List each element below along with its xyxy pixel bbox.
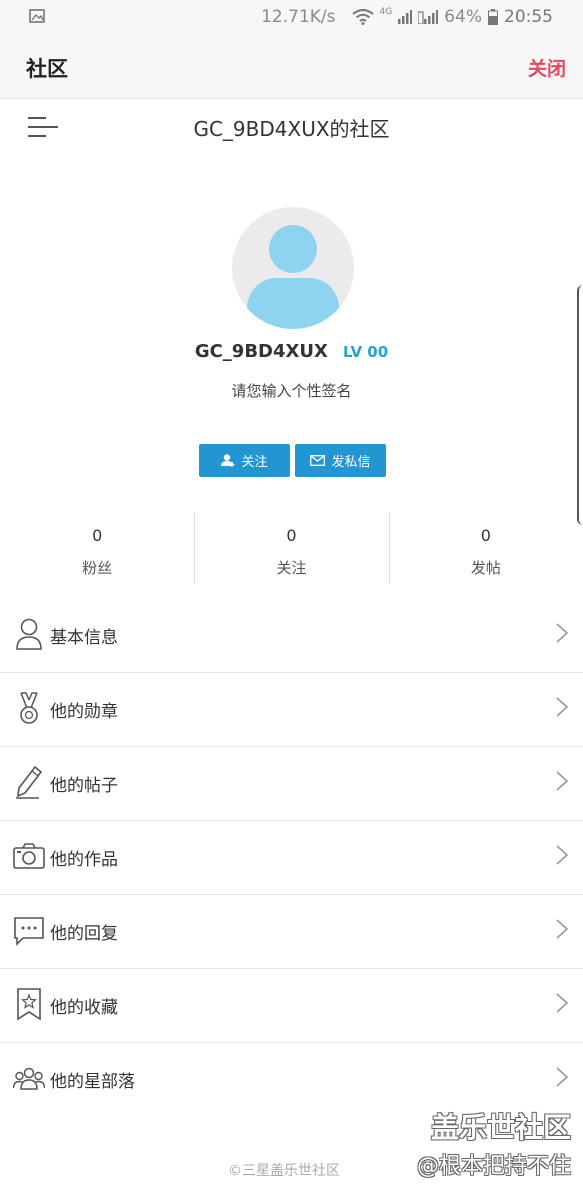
stat-label: 发帖 <box>470 559 501 577</box>
username-row: GC_9BD4XUX LV 00 <box>0 341 583 362</box>
menu-item-label: 他的作品 <box>50 850 118 870</box>
wifi-icon <box>351 9 374 25</box>
stat-fans[interactable]: 0 粉丝 <box>0 510 194 586</box>
watermark-user: @根本把持不住 <box>416 1154 571 1179</box>
medal-icon <box>20 692 38 724</box>
follow-label: 关注 <box>241 455 268 470</box>
stat-following[interactable]: 0 关注 <box>194 510 388 586</box>
private-message-button[interactable]: 发私信 <box>295 444 386 477</box>
battery-percent: 64% <box>444 7 482 27</box>
stat-posts[interactable]: 0 发帖 <box>388 510 583 586</box>
chevron-right-icon <box>556 919 569 939</box>
network-type: 4G <box>379 7 393 17</box>
close-button[interactable]: 关闭 <box>528 54 566 81</box>
clock: 20:55 <box>504 7 553 27</box>
menu-item-label: 他的星部落 <box>50 1072 135 1092</box>
level-badge: LV 00 <box>342 343 389 361</box>
menu-item-basic-info[interactable]: 基本信息 <box>0 599 583 673</box>
username: GC_9BD4XUX <box>194 341 328 362</box>
user-icon <box>16 618 42 650</box>
scroll-edge-indicator <box>577 285 583 525</box>
stat-label: 粉丝 <box>82 559 113 577</box>
app-header: 社区 关闭 <box>0 36 583 99</box>
page-title: 社区 <box>26 57 68 81</box>
stat-value: 0 <box>286 526 297 545</box>
menu-item-label: 他的收藏 <box>50 998 118 1018</box>
network-speed: 12.71K/s <box>261 7 336 27</box>
follow-button[interactable]: 关注 <box>199 444 290 477</box>
copyright-footer: ©三星盖乐世社区 <box>228 1163 340 1179</box>
menu-item-replies[interactable]: 他的回复 <box>0 895 583 969</box>
signature[interactable]: 请您输入个性签名 <box>0 380 583 401</box>
menu-item-label: 他的回复 <box>50 924 118 944</box>
stat-label: 关注 <box>276 559 307 577</box>
stats-bar: 0 粉丝 0 关注 0 发帖 <box>0 510 583 586</box>
message-label: 发私信 <box>331 455 371 470</box>
stat-value: 0 <box>480 526 491 545</box>
menu-item-label: 基本信息 <box>50 628 118 648</box>
chevron-right-icon <box>556 697 569 717</box>
community-title: GC_9BD4XUX的社区 <box>193 117 390 141</box>
chevron-right-icon <box>556 623 569 643</box>
camera-icon <box>13 843 45 869</box>
avatar-person-icon <box>247 225 339 329</box>
battery-icon <box>488 9 498 25</box>
chevron-right-icon <box>556 993 569 1013</box>
avatar[interactable] <box>232 207 354 329</box>
menu-item-favorites[interactable]: 他的收藏 <box>0 969 583 1043</box>
mail-icon <box>310 455 326 466</box>
menu-item-posts[interactable]: 他的帖子 <box>0 747 583 821</box>
chevron-right-icon <box>556 845 569 865</box>
bookmark-star-icon <box>17 988 41 1021</box>
menu-item-label: 他的帖子 <box>50 776 118 796</box>
signal-icon <box>398 10 413 24</box>
group-icon <box>13 1067 45 1090</box>
chevron-right-icon <box>556 771 569 791</box>
profile-menu-list: 基本信息 他的勋章 他的帖子 他的作品 他的回复 他的收藏 他的星部落 <box>0 599 583 1116</box>
add-user-icon <box>221 454 235 467</box>
comment-icon <box>14 917 44 946</box>
signal-icon-2 <box>418 10 439 24</box>
menu-item-label: 他的勋章 <box>50 702 118 722</box>
chevron-right-icon <box>556 1067 569 1087</box>
pencil-icon <box>16 765 43 799</box>
stat-value: 0 <box>92 526 103 545</box>
menu-item-works[interactable]: 他的作品 <box>0 821 583 895</box>
watermark-title: 盖乐世社区 <box>430 1111 571 1144</box>
menu-item-medals[interactable]: 他的勋章 <box>0 673 583 747</box>
image-notification-icon <box>29 9 45 23</box>
status-bar: 12.71K/s 4G 64% 20:55 <box>0 0 583 36</box>
community-bar: GC_9BD4XUX的社区 <box>0 99 583 155</box>
